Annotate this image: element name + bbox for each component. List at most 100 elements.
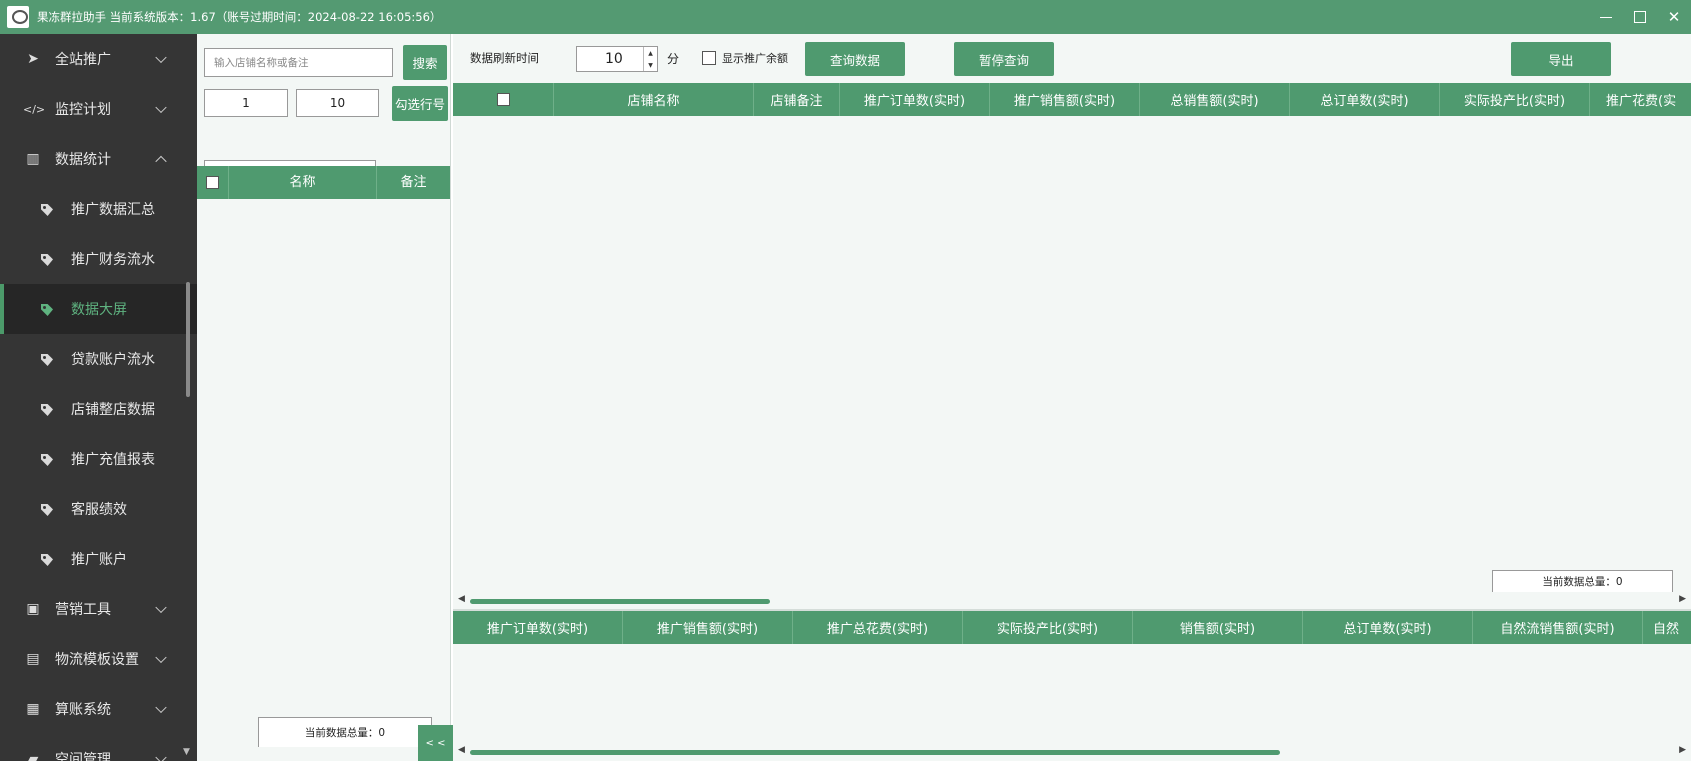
query-data-button[interactable]: 查询数据: [805, 42, 905, 76]
sidebar-subitem-label: 店铺整店数据: [71, 402, 155, 418]
tag-icon: [41, 254, 53, 266]
bar-chart-icon: ▥: [26, 151, 40, 167]
refresh-interval-value: 10: [605, 51, 623, 67]
chevron-down-icon: [155, 751, 167, 761]
scroll-right-icon[interactable]: ▶: [1679, 594, 1686, 604]
scrollbar-thumb[interactable]: [470, 599, 770, 604]
tag-icon: [41, 554, 53, 566]
sidebar-subitem-label: 数据大屏: [71, 302, 127, 318]
bottom-grid-hscrollbar[interactable]: ◀ ▶: [453, 745, 1691, 759]
sidebar-item-space-management[interactable]: ▰ 空间管理: [0, 734, 197, 761]
chevron-down-icon: [155, 101, 167, 114]
sidebar-subitem-label: 贷款账户流水: [71, 352, 155, 368]
chevron-up-icon: [155, 155, 167, 168]
chevron-down-icon: [155, 651, 167, 664]
briefcase-icon: ▤: [26, 651, 40, 667]
select-rows-button[interactable]: 勾选行号: [392, 86, 448, 121]
sidebar-item-accounting[interactable]: ▦ 算账系统: [0, 684, 197, 734]
column-header-promo-total-cost[interactable]: 推广总花费(实时): [793, 611, 963, 644]
sidebar-subitem-data-screen[interactable]: 数据大屏: [0, 284, 197, 334]
sidebar-item-label: 算账系统: [55, 702, 111, 718]
refresh-interval-spinner[interactable]: 10 ▲ ▼: [576, 46, 658, 72]
column-header-promo-orders[interactable]: 推广订单数(实时): [840, 83, 990, 116]
column-header-sales[interactable]: 销售额(实时): [1133, 611, 1303, 644]
sidebar-subitem-recharge-report[interactable]: 推广充值报表: [0, 434, 197, 484]
code-icon: </>: [23, 102, 46, 116]
search-button[interactable]: 搜索: [403, 45, 447, 80]
contact-card-icon: ▣: [26, 601, 40, 617]
grid-count-label: 当前数据总量：0: [1492, 570, 1673, 592]
column-header-total-orders[interactable]: 总订单数(实时): [1303, 611, 1473, 644]
folder-icon: ▰: [27, 751, 39, 761]
scroll-left-icon[interactable]: ◀: [458, 745, 465, 755]
column-header-total-sales[interactable]: 总销售额(实时): [1140, 83, 1290, 116]
column-header-actual-roi[interactable]: 实际投产比(实时): [1440, 83, 1590, 116]
column-header-note[interactable]: 备注: [377, 166, 450, 199]
pause-query-button[interactable]: 暂停查询: [954, 42, 1054, 76]
sidebar-scrollbar[interactable]: [186, 282, 190, 397]
sidebar-subitem-promo-finance[interactable]: 推广财务流水: [0, 234, 197, 284]
sidebar-item-data-stats[interactable]: ▥ 数据统计: [0, 134, 197, 184]
export-button[interactable]: 导出: [1511, 42, 1611, 76]
chevron-down-icon: [155, 601, 167, 614]
sidebar-item-monitor-plan[interactable]: </> 监控计划: [0, 84, 197, 134]
sidebar-subitem-store-data[interactable]: 店铺整店数据: [0, 384, 197, 434]
sidebar-item-label: 空间管理: [55, 752, 111, 761]
sidebar-subitem-label: 推广充值报表: [71, 452, 155, 468]
close-button[interactable]: ✕: [1657, 0, 1691, 34]
tag-icon: [41, 304, 53, 316]
sidebar-subitem-loan-account[interactable]: 贷款账户流水: [0, 334, 197, 384]
sidebar-item-all-site-promotion[interactable]: ➤ 全站推广: [0, 34, 197, 84]
select-all-checkbox[interactable]: [206, 176, 219, 189]
tag-icon: [41, 354, 53, 366]
column-header-store-note[interactable]: 店铺备注: [754, 83, 840, 116]
column-header-organic-sales[interactable]: 自然流销售额(实时): [1473, 611, 1643, 644]
store-search-input[interactable]: 输入店铺名称或备注: [204, 48, 393, 77]
sidebar-subitem-label: 推广账户: [71, 552, 127, 568]
spinner-down-icon[interactable]: ▼: [648, 62, 653, 69]
tag-icon: [41, 204, 53, 216]
sidebar-subitem-label: 客服绩效: [71, 502, 127, 518]
show-balance-label: 显示推广余额: [722, 52, 788, 65]
sidebar-subitem-promo-summary[interactable]: 推广数据汇总: [0, 184, 197, 234]
sidebar-item-label: 营销工具: [55, 602, 111, 618]
column-header-total-orders[interactable]: 总订单数(实时): [1290, 83, 1440, 116]
scroll-down-icon[interactable]: ▼: [183, 747, 190, 757]
scroll-right-icon[interactable]: ▶: [1679, 745, 1686, 755]
sidebar-item-label: 数据统计: [55, 152, 111, 168]
column-header-organic[interactable]: 自然: [1643, 611, 1691, 644]
scroll-left-icon[interactable]: ◀: [458, 594, 465, 604]
maximize-button[interactable]: [1623, 0, 1657, 34]
collapse-panel-button[interactable]: < <: [418, 725, 453, 761]
scrollbar-thumb[interactable]: [470, 750, 1280, 755]
top-grid-hscrollbar[interactable]: ◀ ▶: [453, 594, 1691, 608]
sidebar-subitem-cs-performance[interactable]: 客服绩效: [0, 484, 197, 534]
sidebar-item-logistics-template[interactable]: ▤ 物流模板设置: [0, 634, 197, 684]
window-title: 果冻群拉助手 当前系统版本：1.67（账号过期时间：2024-08-22 16:…: [37, 10, 442, 24]
store-data-grid-header: 店铺名称 店铺备注 推广订单数(实时) 推广销售额(实时) 总销售额(实时) 总…: [453, 83, 1691, 116]
column-header-promo-sales[interactable]: 推广销售额(实时): [990, 83, 1140, 116]
app-logo-icon: [7, 6, 29, 28]
column-header-name[interactable]: 名称: [229, 166, 377, 199]
sidebar-subitem-promo-account[interactable]: 推广账户: [0, 534, 197, 584]
sidebar-item-label: 物流模板设置: [55, 652, 139, 668]
sidebar: ➤ 全站推广 </> 监控计划 ▥ 数据统计 推广数据汇总 推广财务流水 数据大…: [0, 34, 197, 761]
sidebar-item-label: 监控计划: [55, 102, 111, 118]
row-range-from-input[interactable]: 1: [204, 89, 288, 117]
column-header-promo-sales[interactable]: 推广销售额(实时): [623, 611, 793, 644]
grid-select-all-checkbox[interactable]: [496, 93, 510, 106]
tag-icon: [41, 504, 53, 516]
show-balance-toggle[interactable]: 显示推广余额: [702, 50, 788, 66]
minimize-button[interactable]: [1589, 0, 1623, 34]
column-header-store-name[interactable]: 店铺名称: [554, 83, 754, 116]
spinner-up-icon[interactable]: ▲: [648, 50, 653, 57]
column-header-promo-cost[interactable]: 推广花费(实: [1590, 83, 1691, 116]
row-range-to-input[interactable]: 10: [296, 89, 379, 117]
sidebar-subitem-label: 推广数据汇总: [71, 202, 155, 218]
column-header-promo-orders[interactable]: 推广订单数(实时): [453, 611, 623, 644]
column-header-actual-roi[interactable]: 实际投产比(实时): [963, 611, 1133, 644]
show-balance-checkbox[interactable]: [702, 51, 716, 65]
sidebar-item-marketing-tools[interactable]: ▣ 营销工具: [0, 584, 197, 634]
store-list-header: 名称 备注: [197, 166, 450, 199]
sidebar-item-label: 全站推广: [55, 52, 111, 68]
